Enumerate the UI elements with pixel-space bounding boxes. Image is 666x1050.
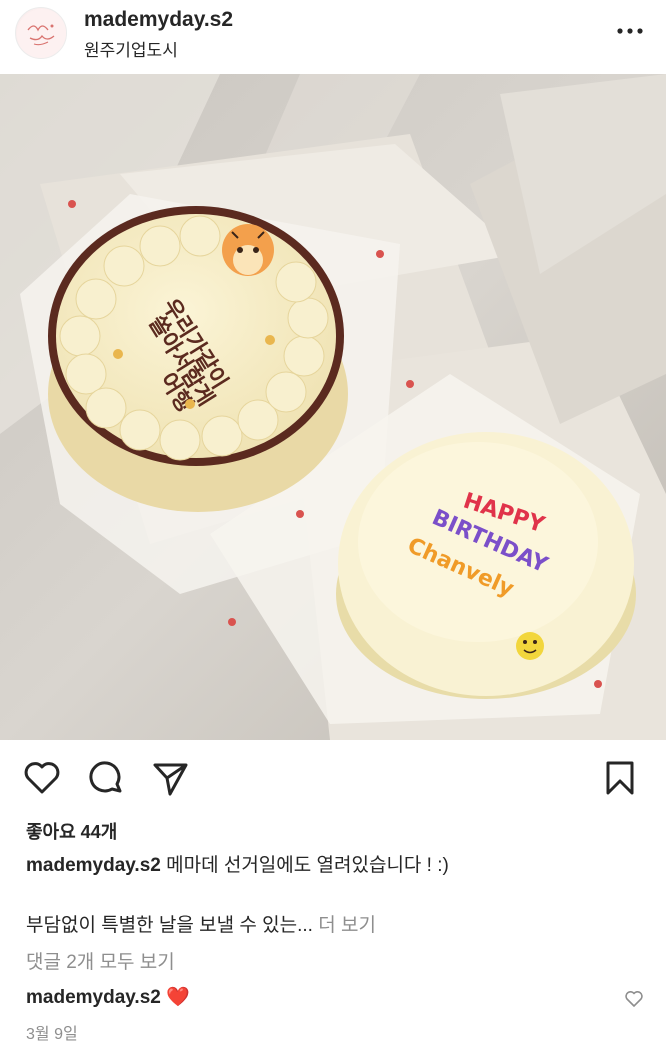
comment-icon[interactable] bbox=[86, 758, 126, 798]
avatar[interactable] bbox=[15, 7, 67, 59]
more-options-icon[interactable] bbox=[612, 20, 648, 42]
caption: mademyday.s2 메마데 선거일에도 열려있습니다 ! :) bbox=[26, 853, 646, 879]
heart-icon[interactable] bbox=[22, 758, 62, 798]
caption-continued: 부담없이 특별한 날을 보낼 수 있는... 더 보기 bbox=[26, 910, 376, 937]
post-header: mademyday.s2 원주기업도시 bbox=[0, 0, 666, 74]
view-all-comments-link[interactable]: 댓글 2개 모두 보기 bbox=[26, 947, 175, 974]
caption-text: 메마데 선거일에도 열려있습니다 ! :) bbox=[166, 855, 449, 876]
comment-username[interactable]: mademyday.s2 bbox=[26, 987, 161, 1008]
post-date: 3월 9일 bbox=[26, 1026, 78, 1043]
comment-item: mademyday.s2 ❤️ bbox=[26, 985, 190, 1009]
post-username[interactable]: mademyday.s2 bbox=[84, 8, 233, 32]
more-link[interactable]: 더 보기 bbox=[318, 915, 376, 936]
post-photo[interactable]: 우리가같이 쏠아서함게 어행 HAPPY BIRTHDAY Chanvely bbox=[0, 74, 666, 740]
comment-text: ❤️ bbox=[166, 987, 190, 1008]
action-bar bbox=[0, 740, 666, 820]
share-icon[interactable] bbox=[150, 758, 190, 798]
post-location[interactable]: 원주기업도시 bbox=[84, 36, 178, 61]
bookmark-icon[interactable] bbox=[600, 758, 640, 798]
comment-heart-icon[interactable] bbox=[624, 989, 644, 1009]
caption-username[interactable]: mademyday.s2 bbox=[26, 855, 161, 876]
caption-line2: 부담없이 특별한 날을 보낼 수 있는... bbox=[26, 915, 313, 936]
avatar-logo bbox=[17, 9, 66, 58]
likes-count[interactable]: 좋아요 44개 bbox=[26, 818, 117, 844]
